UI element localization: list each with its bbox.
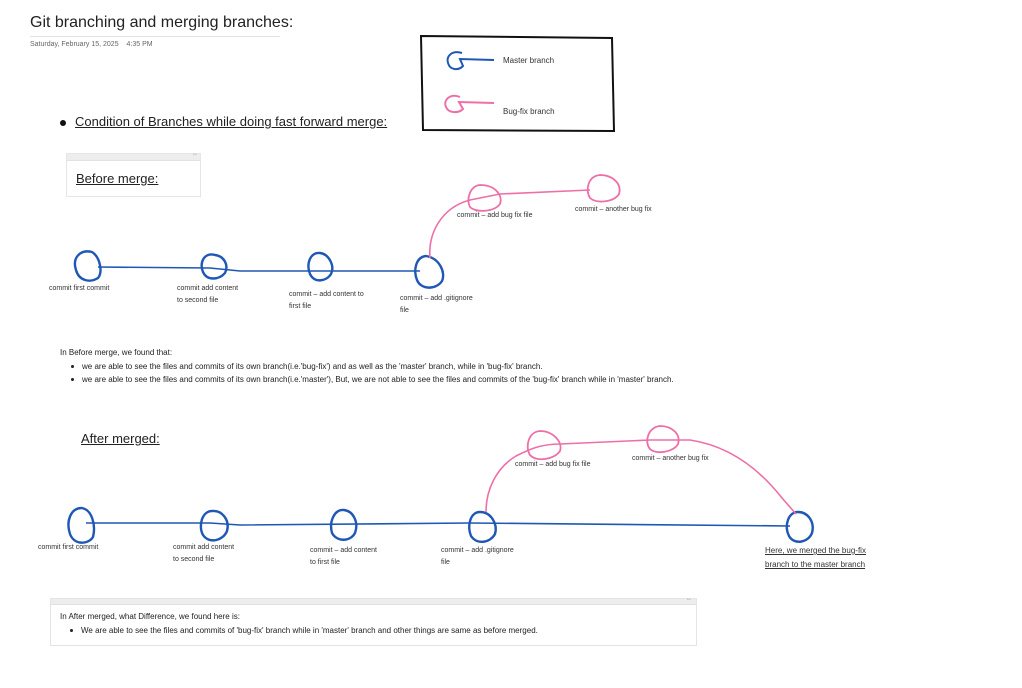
after-commit-1-label: commit first commit [38, 544, 99, 551]
before-commit-4 [414, 254, 445, 289]
after-bugfix-commit-2 [646, 425, 680, 454]
before-bugfix-commit-2 [586, 174, 621, 203]
after-bugfix-line [485, 439, 797, 515]
before-commit-2-label: commit add content to second file [177, 285, 239, 304]
before-master-line [97, 266, 420, 272]
after-commit-4-label: commit – add .gitignore file [441, 547, 514, 566]
container-handle[interactable]: ↔ [51, 596, 696, 605]
before-notes-item-2: we are able to see the files and commits… [71, 375, 674, 384]
legend-master-icon [446, 51, 495, 71]
legend-master-label: Master branch [503, 56, 554, 65]
after-commit-2-label: commit add content to second file [173, 544, 235, 563]
before-notes-title: In Before merge, we found that: [60, 348, 173, 357]
expand-icon[interactable]: ↔ [686, 596, 692, 602]
before-commit-3-label: commit – add content to first file [289, 291, 364, 310]
after-commit-3-label: commit – add content to first file [310, 547, 377, 566]
before-commit-2 [200, 253, 228, 280]
after-heading: After merged: [81, 431, 160, 446]
merge-note: Here, we merged the bug-fix branch to the… [765, 546, 866, 569]
before-bugfix-commit-2-label: commit – another bug fix [575, 206, 652, 213]
after-commit-1 [67, 506, 96, 544]
before-commit-1-label: commit first commit [49, 285, 110, 292]
after-notes-title: In After merged, what Difference, we fou… [60, 612, 240, 621]
after-bugfix-commit-2-label: commit – another bug fix [632, 455, 709, 462]
after-notes-container: ↔ [50, 596, 697, 646]
legend-bugfix-icon [444, 94, 495, 114]
before-commit-1 [73, 250, 102, 282]
before-bugfix-commit-1 [467, 184, 502, 212]
legend-bugfix-label: Bug-fix branch [503, 107, 555, 116]
before-bugfix-line [429, 189, 591, 259]
before-bugfix-commit-1-label: commit – add bug fix file [457, 212, 533, 219]
before-commit-4-label: commit – add .gitignore file [400, 295, 473, 314]
after-commit-2 [199, 509, 229, 542]
after-merge-commit [785, 510, 814, 543]
before-notes-item-1: we are able to see the files and commits… [71, 362, 543, 371]
diagram-canvas: Master branch Bug-fix branch [67, 34, 814, 544]
after-commit-4 [468, 510, 497, 543]
after-master-line [86, 522, 791, 527]
before-commit-3 [307, 251, 334, 282]
after-notes-item-1: We are able to see the files and commits… [70, 626, 538, 635]
after-bugfix-commit-1-label: commit – add bug fix file [515, 461, 591, 468]
legend-box [419, 34, 616, 133]
